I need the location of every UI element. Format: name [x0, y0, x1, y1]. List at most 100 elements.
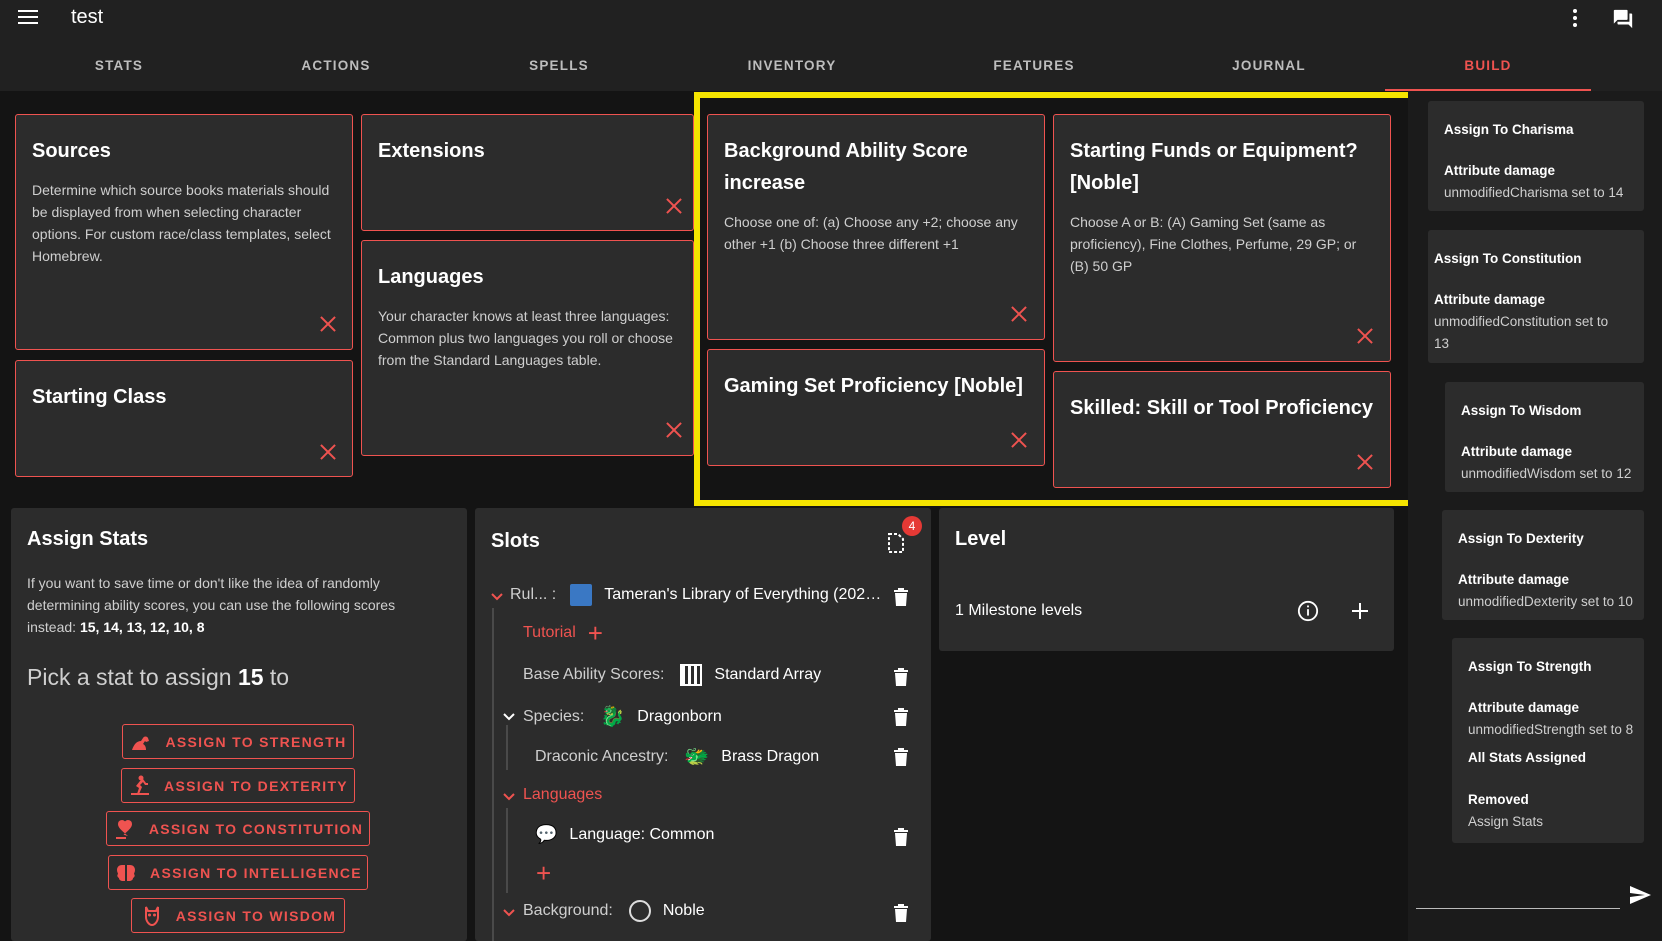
chevron-down-icon[interactable]: [502, 790, 516, 804]
info-icon[interactable]: [1297, 600, 1319, 622]
trash-icon[interactable]: [893, 903, 909, 923]
trash-icon[interactable]: [893, 827, 909, 847]
log-removed-detail: Assign Stats: [1468, 814, 1544, 829]
log-title: Assign To Charisma: [1444, 122, 1574, 137]
log-title: Assign To Wisdom: [1461, 403, 1582, 418]
tab-stats[interactable]: STATS: [30, 55, 208, 91]
background-slot[interactable]: Background: Noble: [523, 900, 705, 922]
remove-icon[interactable]: [319, 315, 337, 333]
assign-dexterity-button[interactable]: ASSIGN TO DEXTERITY: [121, 768, 355, 803]
trash-icon[interactable]: [893, 707, 909, 727]
chat-icon[interactable]: [1612, 8, 1634, 30]
library-icon: [570, 584, 593, 606]
log-subtitle: Attribute damage: [1458, 572, 1570, 587]
panel-description: If you want to save time or don't like t…: [27, 572, 427, 638]
chevron-down-icon[interactable]: [502, 906, 516, 920]
log-title: Assign To Constitution: [1434, 251, 1582, 266]
log-detail: unmodifiedDexterity set to 10: [1458, 594, 1633, 609]
tab-build[interactable]: BUILD: [1385, 55, 1591, 91]
tab-journal[interactable]: JOURNAL: [1180, 55, 1358, 91]
hamburger-menu-icon[interactable]: [14, 6, 42, 34]
language-common-slot[interactable]: 💬 Language: Common: [535, 824, 714, 845]
log-entry: Assign To Charisma Attribute damage unmo…: [1428, 101, 1644, 211]
panel-title: Slots: [491, 530, 540, 552]
pick-prefix: Pick a stat to assign: [27, 664, 238, 690]
log-entry: Assign To Strength Attribute damage unmo…: [1452, 638, 1644, 843]
intelligence-icon: [117, 864, 136, 881]
draconic-ancestry-slot[interactable]: Draconic Ancestry: 🐲 Brass Dragon: [535, 744, 819, 769]
dragon-icon: 🐉: [600, 706, 626, 728]
tree-line: [492, 608, 494, 941]
slot-value: Standard Array: [714, 666, 822, 683]
slot-value: Language: Common: [569, 825, 715, 843]
chevron-down-icon[interactable]: [502, 710, 516, 724]
log-removed-title: Removed: [1468, 792, 1529, 807]
tree-line: [506, 808, 508, 893]
card-description: Determine which source books materials s…: [32, 182, 331, 264]
tab-inventory[interactable]: INVENTORY: [703, 55, 881, 91]
sources-card[interactable]: Sources Determine which source books mat…: [15, 114, 353, 350]
languages-card[interactable]: Languages Your character knows at least …: [361, 240, 694, 456]
trash-icon[interactable]: [893, 667, 909, 687]
send-icon[interactable]: [1628, 883, 1652, 907]
button-label: ASSIGN TO INTELLIGENCE: [150, 864, 362, 881]
log-detail: unmodifiedWisdom set to 12: [1461, 466, 1632, 481]
remove-icon[interactable]: [665, 197, 683, 215]
tab-features[interactable]: FEATURES: [945, 55, 1123, 91]
chevron-down-icon[interactable]: [490, 590, 504, 604]
starting-class-card[interactable]: Starting Class: [15, 360, 353, 477]
chat-input[interactable]: [1416, 908, 1620, 909]
slot-label: Tutorial: [523, 624, 576, 641]
button-label: ASSIGN TO WISDOM: [175, 907, 337, 924]
card-description: Your character knows at least three lang…: [378, 308, 673, 368]
slot-label: Base Ability Scores:: [523, 666, 665, 683]
grid-icon: [680, 664, 703, 686]
log-detail: unmodifiedCharisma set to 14: [1444, 185, 1624, 200]
dexterity-icon: [131, 775, 150, 795]
base-ability-slot[interactable]: Base Ability Scores: Standard Array: [523, 664, 821, 686]
card-title: Languages: [378, 266, 484, 288]
languages-slot[interactable]: Languages: [523, 786, 602, 804]
log-title: Assign To Strength: [1468, 659, 1592, 674]
log-entry: Assign To Wisdom Attribute damage unmodi…: [1445, 382, 1644, 492]
pick-stat-prompt: Pick a stat to assign 15 to: [27, 664, 289, 691]
tab-spells[interactable]: SPELLS: [470, 55, 648, 91]
assign-wisdom-button[interactable]: ASSIGN TO WISDOM: [131, 898, 345, 933]
noble-crest-icon: [628, 900, 651, 922]
rules-slot[interactable]: Rul... : Tameran's Library of Everything…: [510, 584, 884, 606]
log-extra: All Stats Assigned: [1468, 750, 1587, 765]
slot-label: Rul... :: [510, 586, 557, 603]
extensions-card[interactable]: Extensions: [361, 114, 694, 231]
assign-constitution-button[interactable]: ASSIGN TO CONSTITUTION: [106, 811, 370, 846]
document-icon[interactable]: [886, 532, 906, 554]
add-level-icon[interactable]: [1350, 601, 1370, 621]
more-vert-icon[interactable]: [1565, 6, 1585, 34]
trash-icon[interactable]: [893, 587, 909, 607]
notification-badge: 4: [902, 516, 922, 536]
panel-title: Assign Stats: [27, 528, 149, 550]
level-panel: Level 1 Milestone levels: [939, 508, 1394, 651]
tutorial-slot[interactable]: Tutorial +: [523, 620, 603, 646]
slot-label: Species:: [523, 707, 585, 725]
pick-value: 15: [237, 664, 264, 690]
add-icon[interactable]: +: [588, 620, 603, 646]
log-subtitle: Attribute damage: [1468, 700, 1580, 715]
log-subtitle: Attribute damage: [1434, 292, 1546, 307]
log-subtitle: Attribute damage: [1461, 444, 1573, 459]
tab-actions[interactable]: ACTIONS: [247, 55, 425, 91]
remove-icon[interactable]: [319, 443, 337, 461]
species-slot[interactable]: Species: 🐉 Dragonborn: [523, 704, 722, 729]
log-detail: unmodifiedStrength set to 8: [1468, 722, 1634, 737]
log-detail: 13: [1434, 336, 1450, 351]
standard-scores: 15, 14, 13, 12, 10, 8: [79, 619, 205, 635]
button-label: ASSIGN TO CONSTITUTION: [148, 820, 364, 837]
slot-value: Noble: [662, 902, 705, 919]
add-language-icon[interactable]: +: [536, 858, 551, 889]
tree-line: [506, 725, 508, 770]
assign-strength-button[interactable]: ASSIGN TO STRENGTH: [122, 724, 354, 759]
slot-label: Draconic Ancestry:: [535, 747, 669, 765]
card-title: Extensions: [378, 140, 485, 162]
remove-icon[interactable]: [665, 421, 683, 439]
trash-icon[interactable]: [893, 747, 909, 767]
assign-intelligence-button[interactable]: ASSIGN TO INTELLIGENCE: [108, 855, 368, 890]
